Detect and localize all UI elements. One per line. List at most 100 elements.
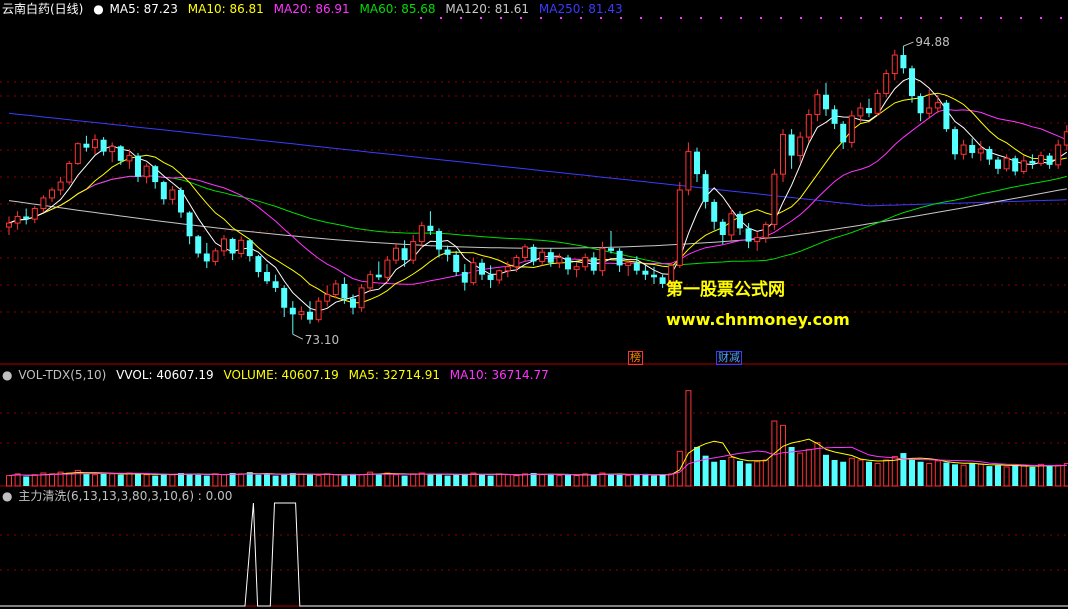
candle-body	[427, 225, 434, 232]
ma60-line	[8, 175, 1067, 266]
volume-bar	[393, 474, 399, 487]
volume-bar	[883, 459, 890, 487]
top-marker-dot	[1020, 17, 1022, 19]
volume-bar	[358, 474, 365, 487]
volume-bar	[1046, 466, 1053, 486]
candle-body	[565, 257, 571, 270]
top-marker-dot	[700, 17, 702, 19]
top-marker-dot	[540, 17, 542, 19]
candle-body	[1038, 155, 1044, 165]
candle-body	[1029, 160, 1036, 164]
top-marker-dot	[640, 17, 642, 19]
candle-body	[848, 115, 855, 143]
candle-body	[315, 300, 322, 321]
volume-bar	[418, 472, 425, 487]
volume-bar	[530, 473, 537, 486]
volume-bar	[1003, 466, 1010, 487]
candle-body	[264, 272, 270, 282]
candle-body	[436, 231, 442, 250]
volume-bar	[1063, 462, 1068, 487]
candle-body	[608, 248, 614, 251]
volume-bar	[659, 474, 666, 486]
candle-body	[960, 144, 967, 155]
vol-ma5-label: MA5: 32714.91	[348, 368, 440, 382]
volume-bar	[719, 460, 726, 486]
candle-body	[143, 165, 150, 178]
volume-bar	[384, 472, 391, 487]
volume-dot-icon: ●	[2, 368, 13, 382]
volume-bar	[780, 424, 786, 487]
volume-bar	[135, 473, 141, 486]
top-marker-dot	[440, 17, 442, 19]
volume-bar	[573, 475, 580, 487]
candle-body	[831, 109, 838, 124]
top-marker-dot	[920, 17, 922, 19]
volume-bar	[608, 473, 614, 486]
candle-body	[470, 262, 477, 284]
top-marker-dot	[880, 17, 882, 19]
candle-body	[367, 274, 374, 289]
candle-body	[676, 189, 683, 266]
candle-body	[350, 298, 356, 308]
volume-bar	[264, 473, 270, 486]
volume-bar	[590, 474, 597, 486]
candle-body	[100, 139, 107, 152]
volume-bar	[616, 474, 623, 486]
volume-bar	[1055, 464, 1062, 487]
event-tag-financial[interactable]: 财减	[716, 351, 742, 365]
volume-bar	[470, 472, 477, 487]
candle-body	[461, 272, 468, 283]
top-marker-dot	[520, 17, 522, 19]
candle-body	[74, 143, 81, 165]
candle-body	[255, 256, 262, 273]
candle-body	[358, 287, 365, 309]
volume-bar	[874, 462, 881, 487]
candle-body	[590, 257, 597, 271]
ma120-label: MA120: 81.61	[445, 2, 530, 16]
volume-bar	[668, 473, 675, 487]
chart-canvas: 94.88 73.10	[0, 17, 1068, 607]
candle-body	[1020, 160, 1027, 172]
volume-bar	[556, 475, 563, 487]
ma60-label: MA60: 85.68	[359, 2, 436, 16]
volume-bar	[797, 452, 804, 487]
volume-bar	[823, 454, 829, 486]
volume-bar	[685, 390, 692, 487]
volume-bar	[969, 463, 976, 486]
indicator-panel-header: ● 主力清洗(6,13,13,3,80,3,10,6) : 0.00	[2, 489, 238, 503]
candle-body	[401, 248, 408, 261]
ma5-line	[8, 76, 1068, 312]
candle-body	[582, 256, 589, 268]
volume-bar	[539, 474, 546, 487]
volume-bar	[625, 475, 632, 487]
volume-bar	[522, 473, 528, 487]
volume-bar	[221, 474, 227, 487]
volume-bar	[203, 475, 210, 486]
candle-body	[186, 212, 193, 237]
volume-bar	[479, 474, 485, 486]
candle-body	[530, 246, 537, 262]
candle-body	[169, 189, 176, 200]
candle-body	[504, 266, 511, 272]
candle-body	[874, 92, 881, 114]
price-panel-header: 云南白药(日线) ● MA5: 87.23 MA10: 86.81 MA20: …	[2, 2, 629, 16]
top-marker-dot	[680, 17, 682, 19]
candle-body	[6, 222, 12, 228]
volume-bar	[444, 475, 451, 486]
volume-bar	[117, 474, 124, 486]
candle-body	[1063, 131, 1068, 146]
watermark-url: www.chnmoney.com	[666, 310, 850, 329]
ma250-line	[8, 112, 1067, 207]
candle-body	[453, 254, 460, 273]
candle-body	[23, 216, 30, 220]
ma20-label: MA20: 86.91	[273, 2, 350, 16]
ma5-label: MA5: 87.23	[109, 2, 178, 16]
candle-body	[823, 94, 829, 110]
volume-bar	[281, 474, 288, 486]
volume-bar	[109, 473, 116, 487]
volume-bar	[178, 473, 184, 486]
volume-bar	[410, 473, 417, 487]
candle-body	[393, 247, 399, 261]
candle-body	[40, 197, 47, 210]
event-tag-ranking[interactable]: 榜	[628, 351, 643, 365]
